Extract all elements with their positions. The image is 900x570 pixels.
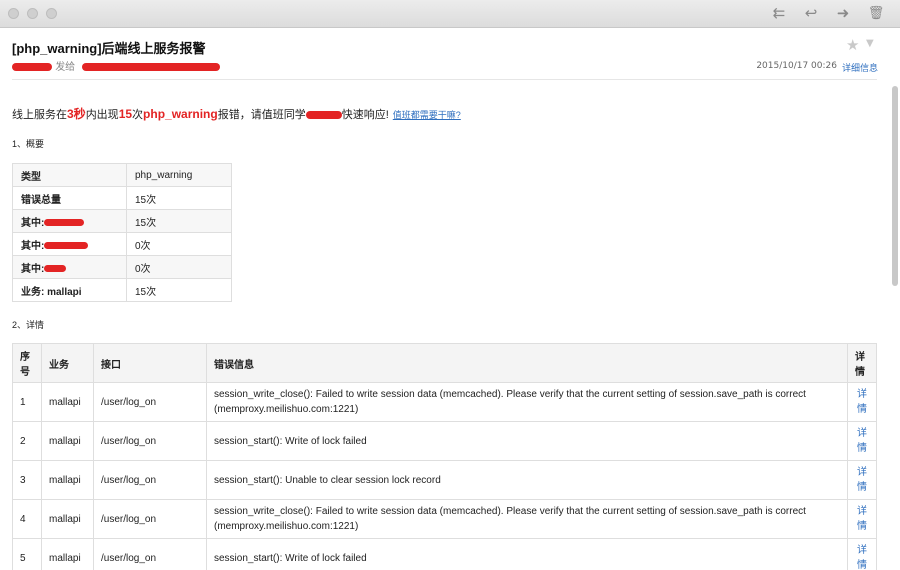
header-divider bbox=[12, 79, 877, 80]
star-icon[interactable]: ★ bbox=[846, 36, 859, 54]
summary-row: 错误总量 15次 bbox=[12, 186, 232, 210]
row-msg: session_write_close(): Failed to write s… bbox=[206, 499, 848, 539]
summary-key: 其中: bbox=[12, 232, 127, 256]
mail-window: ⇇ ↩ ➜ 🗑 [php_warning]后端线上服务报警 ★ ▼ 发给 201… bbox=[0, 0, 900, 570]
row-seq: 3 bbox=[12, 460, 42, 500]
minimize-window-button[interactable] bbox=[27, 8, 38, 19]
row-api: /user/log_on bbox=[93, 499, 207, 539]
forward-icon[interactable]: ➜ bbox=[832, 4, 854, 23]
reply-all-icon[interactable]: ⇇ bbox=[768, 4, 790, 23]
row-detail-link[interactable]: 详情 bbox=[847, 382, 877, 422]
section-detail-title: 2、详情 bbox=[12, 320, 45, 330]
summary-key: 业务: mallapi bbox=[12, 278, 127, 302]
redacted-sender bbox=[12, 63, 52, 71]
redacted-item bbox=[44, 219, 85, 227]
summary-key: 其中: bbox=[12, 209, 127, 233]
help-link[interactable]: 值班都需要干嘛? bbox=[393, 110, 461, 120]
summary-value: php_warning bbox=[126, 163, 232, 187]
col-seq-header: 序号 bbox=[12, 343, 42, 383]
summary-key-label: 其中: bbox=[21, 240, 45, 252]
row-detail-link[interactable]: 详情 bbox=[847, 421, 877, 461]
row-detail-link[interactable]: 详情 bbox=[847, 460, 877, 500]
close-window-button[interactable] bbox=[8, 8, 19, 19]
row-msg: session_start(): Unable to clear session… bbox=[206, 460, 848, 500]
redacted-item bbox=[44, 265, 67, 273]
zoom-window-button[interactable] bbox=[46, 8, 57, 19]
redacted-name bbox=[305, 111, 342, 120]
row-detail-link[interactable]: 详情 bbox=[847, 538, 877, 570]
summary-row: 其中: 0次 bbox=[12, 232, 232, 256]
row-biz: mallapi bbox=[41, 421, 94, 461]
table-row: 1 mallapi /user/log_on session_write_clo… bbox=[12, 382, 877, 422]
summary-value: 15次 bbox=[126, 209, 232, 233]
col-biz-header: 业务 bbox=[41, 343, 94, 383]
row-detail-link[interactable]: 详情 bbox=[847, 499, 877, 539]
summary-key: 错误总量 bbox=[12, 186, 127, 210]
summary-key-label: 其中: bbox=[21, 217, 45, 229]
trash-icon[interactable]: 🗑 bbox=[865, 4, 887, 23]
summary-key-label: 其中: bbox=[21, 263, 45, 275]
redacted-recipient bbox=[82, 63, 221, 71]
reply-icon[interactable]: ↩ bbox=[800, 4, 822, 23]
row-msg: session_write_close(): Failed to write s… bbox=[206, 382, 848, 422]
summary-value: 15次 bbox=[126, 278, 232, 302]
title-bar: ⇇ ↩ ➜ 🗑 bbox=[0, 0, 900, 28]
row-biz: mallapi bbox=[41, 382, 94, 422]
intro-line: 线上服务在3秒内出现15次php_warning报错，请值班同学 快速响应! 值班都… bbox=[12, 105, 461, 122]
intro-text: 快速响应! bbox=[341, 109, 389, 121]
summary-value: 0次 bbox=[126, 232, 232, 256]
row-biz: mallapi bbox=[41, 499, 94, 539]
summary-value: 15次 bbox=[126, 186, 232, 210]
scrollbar[interactable] bbox=[892, 86, 898, 286]
col-msg-header: 错误信息 bbox=[206, 343, 848, 383]
row-msg: session_start(): Write of lock failed bbox=[206, 421, 848, 461]
col-more-header: 详情 bbox=[847, 343, 877, 383]
mail-date: 2015/10/17 00:26 bbox=[756, 61, 837, 71]
redacted-item bbox=[44, 242, 89, 250]
intro-error-type: php_warning bbox=[143, 107, 218, 121]
intro-text: 内出现 bbox=[85, 109, 119, 121]
table-row: 2 mallapi /user/log_on session_start(): … bbox=[12, 421, 877, 461]
summary-row: 其中: 0次 bbox=[12, 255, 232, 279]
row-api: /user/log_on bbox=[93, 460, 207, 500]
chevron-down-icon[interactable]: ▼ bbox=[866, 38, 874, 49]
mail-subject: [php_warning]后端线上服务报警 bbox=[12, 41, 206, 56]
row-biz: mallapi bbox=[41, 538, 94, 570]
summary-value: 0次 bbox=[126, 255, 232, 279]
summary-key: 其中: bbox=[12, 255, 127, 279]
summary-row: 类型 php_warning bbox=[12, 163, 232, 187]
row-seq: 5 bbox=[12, 538, 42, 570]
intro-text: 报错，请值班同学 bbox=[217, 109, 306, 121]
detail-table: 序号 业务 接口 错误信息 详情 1 mallapi /user/log_on … bbox=[12, 343, 877, 570]
summary-row: 其中: 15次 bbox=[12, 209, 232, 233]
detail-header-row: 序号 业务 接口 错误信息 详情 bbox=[12, 343, 877, 383]
table-row: 3 mallapi /user/log_on session_start(): … bbox=[12, 460, 877, 500]
row-api: /user/log_on bbox=[93, 382, 207, 422]
row-biz: mallapi bbox=[41, 460, 94, 500]
row-msg: session_start(): Write of lock failed bbox=[206, 538, 848, 570]
sender-row: 发给 bbox=[12, 58, 221, 73]
intro-seconds: 3秒 bbox=[67, 107, 86, 121]
row-api: /user/log_on bbox=[93, 538, 207, 570]
intro-count: 15 bbox=[118, 107, 133, 121]
row-seq: 2 bbox=[12, 421, 42, 461]
col-api-header: 接口 bbox=[93, 343, 207, 383]
section-summary-title: 1、概要 bbox=[12, 139, 45, 149]
row-seq: 4 bbox=[12, 499, 42, 539]
table-row: 5 mallapi /user/log_on session_start(): … bbox=[12, 538, 877, 570]
table-row: 4 mallapi /user/log_on session_write_clo… bbox=[12, 499, 877, 539]
intro-text: 线上服务在 bbox=[12, 109, 67, 121]
row-api: /user/log_on bbox=[93, 421, 207, 461]
summary-key: 类型 bbox=[12, 163, 127, 187]
details-link[interactable]: 详细信息 bbox=[842, 61, 878, 74]
sent-to-label: 发给 bbox=[55, 62, 76, 73]
summary-table: 类型 php_warning 错误总量 15次 其中: 15次 其中: 0次 其中: 0次… bbox=[12, 163, 232, 302]
intro-text: 次 bbox=[132, 109, 144, 121]
summary-row: 业务: mallapi 15次 bbox=[12, 278, 232, 302]
row-seq: 1 bbox=[12, 382, 42, 422]
